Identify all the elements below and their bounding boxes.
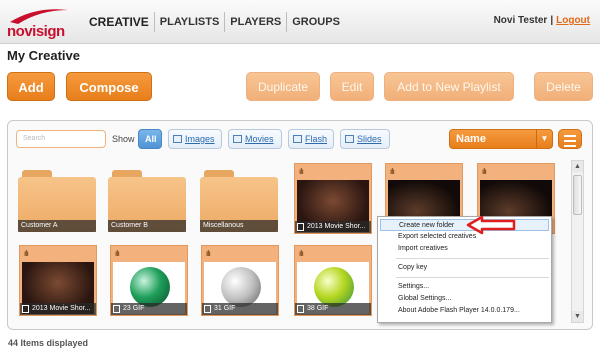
movie-icon bbox=[22, 305, 29, 313]
main-nav: CREATIVE PLAYLISTS PLAYERS GROUPS bbox=[84, 12, 345, 32]
stats-icon: ılı bbox=[206, 249, 211, 258]
movie-icon bbox=[233, 135, 242, 143]
menu-copy-key[interactable]: Copy key bbox=[378, 262, 551, 274]
page-title: My Creative bbox=[7, 48, 80, 63]
creative-tile[interactable]: ılı 38 GIF bbox=[294, 245, 372, 316]
yellow-green-ball-image bbox=[314, 267, 354, 307]
folder-label: Customer A bbox=[18, 220, 96, 232]
folder-label: Miscellanous bbox=[200, 220, 278, 232]
tile-label: 31 GIF bbox=[202, 303, 278, 315]
green-ball-image bbox=[130, 267, 170, 307]
menu-about-flash[interactable]: About Adobe Flash Player 14.0.0.179... bbox=[378, 305, 551, 317]
tile-label: 2013 Movie Shor... bbox=[295, 221, 371, 233]
user-separator: | bbox=[550, 15, 554, 26]
menu-divider bbox=[396, 258, 549, 259]
stats-icon: ılı bbox=[24, 249, 29, 258]
folder-customer-a[interactable]: Customer A bbox=[18, 170, 96, 232]
menu-export-selected[interactable]: Export selected creatives bbox=[378, 231, 551, 243]
novisign-logo[interactable]: novisign bbox=[6, 4, 76, 40]
scroll-thumb[interactable] bbox=[573, 175, 582, 215]
sort-value: Name bbox=[456, 133, 486, 145]
filter-slides-label: Slides bbox=[357, 134, 382, 144]
items-count-status: 44 Items displayed bbox=[8, 338, 89, 348]
scrollbar[interactable]: ▲ ▼ bbox=[571, 160, 584, 323]
duplicate-button[interactable]: Duplicate bbox=[246, 72, 320, 101]
menu-global-settings[interactable]: Global Settings... bbox=[378, 293, 551, 305]
view-menu-button[interactable] bbox=[558, 129, 582, 149]
tile-label: 2013 Movie Shor... bbox=[20, 303, 96, 315]
creative-tile[interactable]: ılı 2013 Movie Shor... bbox=[294, 163, 372, 234]
edit-button[interactable]: Edit bbox=[330, 72, 374, 101]
silver-ball-image bbox=[221, 267, 261, 307]
filter-images-label: Images bbox=[185, 134, 215, 144]
add-button[interactable]: Add bbox=[7, 72, 55, 101]
context-menu: Create new folder Export selected creati… bbox=[377, 216, 552, 323]
tile-label: 23 GIF bbox=[111, 303, 187, 315]
flash-icon bbox=[293, 135, 302, 143]
user-area: Novi Tester | Logout bbox=[494, 15, 590, 26]
menu-import-creatives[interactable]: Import creatives bbox=[378, 243, 551, 255]
creative-tile[interactable]: ılı 31 GIF bbox=[201, 245, 279, 316]
nav-players[interactable]: PLAYERS bbox=[224, 12, 286, 32]
stats-icon: ılı bbox=[390, 167, 395, 176]
filter-movies-label: Movies bbox=[245, 134, 274, 144]
compose-button[interactable]: Compose bbox=[66, 72, 152, 101]
creative-tile[interactable]: ılı 23 GIF bbox=[110, 245, 188, 316]
filter-flash[interactable]: Flash bbox=[288, 129, 334, 149]
slides-icon bbox=[345, 135, 354, 143]
image-icon bbox=[173, 135, 182, 143]
creative-tile[interactable]: ılı 2013 Movie Shor... bbox=[19, 245, 97, 316]
folder-label: Customer B bbox=[108, 220, 186, 232]
nav-playlists[interactable]: PLAYLISTS bbox=[153, 12, 225, 32]
tile-label: 38 GIF bbox=[295, 303, 371, 315]
stats-icon: ılı bbox=[482, 167, 487, 176]
stats-icon: ılı bbox=[299, 167, 304, 176]
stats-icon: ılı bbox=[115, 249, 120, 258]
top-bar: novisign CREATIVE PLAYLISTS PLAYERS GROU… bbox=[0, 0, 600, 44]
filter-slides[interactable]: Slides bbox=[340, 129, 390, 149]
folder-customer-b[interactable]: Customer B bbox=[108, 170, 186, 232]
user-name: Novi Tester bbox=[493, 15, 548, 26]
filter-flash-label: Flash bbox=[305, 134, 328, 144]
menu-settings[interactable]: Settings... bbox=[378, 281, 551, 293]
stats-icon: ılı bbox=[299, 249, 304, 258]
add-to-new-playlist-button[interactable]: Add to New Playlist bbox=[384, 72, 514, 101]
chevron-down-icon: ▼ bbox=[536, 130, 552, 148]
image-icon bbox=[113, 305, 120, 313]
scroll-up-icon[interactable]: ▲ bbox=[572, 161, 583, 172]
nav-creative[interactable]: CREATIVE bbox=[84, 12, 154, 32]
logo-text: novisign bbox=[7, 23, 65, 40]
folder-miscellanous[interactable]: Miscellanous bbox=[200, 170, 278, 232]
movie-icon bbox=[297, 223, 304, 231]
image-icon bbox=[204, 305, 211, 313]
scroll-down-icon[interactable]: ▼ bbox=[572, 311, 583, 322]
filter-movies[interactable]: Movies bbox=[228, 129, 282, 149]
show-label: Show bbox=[112, 134, 135, 144]
red-arrow-annotation bbox=[466, 215, 516, 235]
logout-link[interactable]: Logout bbox=[556, 15, 590, 26]
filter-all[interactable]: All bbox=[138, 129, 162, 149]
menu-create-new-folder[interactable]: Create new folder bbox=[380, 219, 549, 231]
delete-button[interactable]: Delete bbox=[534, 72, 593, 101]
search-input[interactable]: Search bbox=[16, 130, 106, 148]
filter-images[interactable]: Images bbox=[168, 129, 222, 149]
image-icon bbox=[297, 305, 304, 313]
sort-select[interactable]: Name ▼ bbox=[449, 129, 553, 149]
menu-divider bbox=[396, 277, 549, 278]
nav-groups[interactable]: GROUPS bbox=[286, 12, 345, 32]
